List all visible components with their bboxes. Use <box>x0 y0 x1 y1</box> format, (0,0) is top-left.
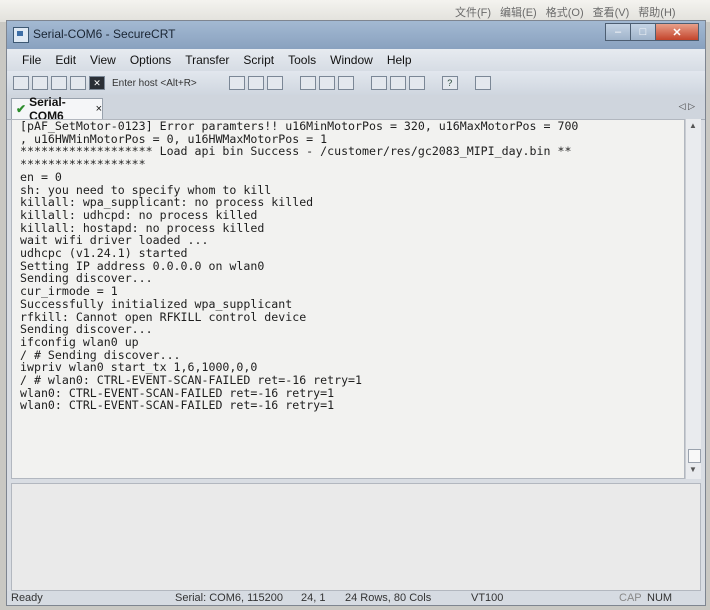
status-cap: CAP <box>619 592 642 604</box>
terminal-line: Successfully initialized wpa_supplicant <box>20 296 293 311</box>
toolbar: ✕ Enter host <Alt+R> ? <box>7 71 705 95</box>
tab-scroll-arrows-icon[interactable]: ◁ ▷ <box>679 101 695 112</box>
title-bar[interactable]: Serial-COM6 - SecureCRT – □ ✕ <box>7 21 705 49</box>
reconnect-icon[interactable] <box>70 76 86 90</box>
copy-icon[interactable] <box>228 76 245 90</box>
menu-tools[interactable]: Tools <box>281 53 323 67</box>
bg-menu-view: 查看(V) <box>592 7 630 19</box>
scroll-down-icon[interactable]: ▼ <box>689 465 697 474</box>
bg-menu-help: 帮助(H) <box>638 7 676 19</box>
background-window-top: 文件(F) 编辑(E) 格式(O) 查看(V) 帮助(H) <box>0 0 710 22</box>
terminal-line: udhcpc (v1.24.1) started <box>20 246 188 261</box>
find-icon[interactable] <box>266 76 283 90</box>
tab-bar: ✔ Serial-COM6 × ◁ ▷ <box>7 95 705 123</box>
window-controls: – □ ✕ <box>605 23 699 43</box>
print-icon[interactable] <box>299 76 316 90</box>
terminal-line: cur_irmode = 1 <box>20 284 118 299</box>
status-cursor: 24, 1 <box>301 592 326 604</box>
minimize-button[interactable]: – <box>605 23 631 41</box>
connect-in-tab-icon[interactable] <box>51 76 67 90</box>
help-icon[interactable]: ? <box>441 76 458 90</box>
paste-icon[interactable] <box>247 76 264 90</box>
terminal-scrollbar[interactable]: ▲ ▼ <box>685 119 701 479</box>
menu-bar: File Edit View Options Transfer Script T… <box>7 49 705 71</box>
status-num: NUM <box>647 592 673 604</box>
app-icon <box>13 27 29 43</box>
quick-connect-icon[interactable] <box>32 76 48 90</box>
menu-file[interactable]: File <box>15 53 48 67</box>
status-serial: Serial: COM6, 115200 <box>175 592 284 604</box>
maximize-button[interactable]: □ <box>630 23 656 41</box>
print-setup-icon[interactable] <box>318 76 335 90</box>
menu-view[interactable]: View <box>83 53 123 67</box>
keymap-editor-icon[interactable] <box>474 76 491 90</box>
status-bar: Ready Serial: COM6, 115200 24, 1 24 Rows… <box>7 591 705 605</box>
scroll-up-icon[interactable]: ▲ <box>689 121 697 130</box>
disconnect-icon[interactable]: ✕ <box>89 76 105 90</box>
terminal-text: [pAF_SetMotor-0123] Error paramters!! u1… <box>20 120 578 412</box>
close-button[interactable]: ✕ <box>655 23 699 41</box>
terminal-line: / # wlan0: CTRL-EVENT-SCAN-FAILED ret=-1… <box>20 373 363 388</box>
terminal-output[interactable]: [pAF_SetMotor-0123] Error paramters!! u1… <box>11 119 685 479</box>
menu-script[interactable]: Script <box>236 53 281 67</box>
key-map-icon[interactable] <box>408 76 425 90</box>
terminal-line: killall: udhcpd: no process killed <box>20 207 258 222</box>
session-options-icon[interactable] <box>370 76 387 90</box>
background-menu: 文件(F) 编辑(E) 格式(O) 查看(V) 帮助(H) <box>455 4 685 20</box>
connected-check-icon: ✔ <box>16 102 27 116</box>
terminal-line: [pAF_SetMotor-0123] Error paramters!! u1… <box>20 119 579 133</box>
menu-window[interactable]: Window <box>323 53 380 67</box>
scroll-thumb[interactable] <box>688 449 701 463</box>
menu-edit[interactable]: Edit <box>48 53 83 67</box>
print-selection-icon[interactable] <box>337 76 354 90</box>
securecrt-window: Serial-COM6 - SecureCRT – □ ✕ File Edit … <box>6 20 706 606</box>
tab-close-icon[interactable]: × <box>96 103 102 115</box>
status-ready: Ready <box>11 592 43 604</box>
bg-menu-edit: 编辑(E) <box>500 7 537 19</box>
command-window[interactable] <box>11 483 701 591</box>
menu-help[interactable]: Help <box>380 53 419 67</box>
status-size: 24 Rows, 80 Cols <box>345 592 432 604</box>
terminal-line: ****************** <box>20 157 146 172</box>
host-input[interactable]: Enter host <Alt+R> <box>112 78 197 89</box>
terminal-line: en = 0 <box>20 169 62 184</box>
bg-menu-file: 文件(F) <box>455 7 492 19</box>
terminal-line: wlan0: CTRL-EVENT-SCAN-FAILED ret=-16 re… <box>20 398 335 413</box>
menu-options[interactable]: Options <box>123 53 178 67</box>
bg-menu-format: 格式(O) <box>545 7 584 19</box>
menu-transfer[interactable]: Transfer <box>178 53 236 67</box>
connect-icon[interactable] <box>13 76 29 90</box>
status-emulation: VT100 <box>471 592 504 604</box>
global-options-icon[interactable] <box>389 76 406 90</box>
window-title: Serial-COM6 - SecureCRT <box>33 27 176 41</box>
tab-serial-com6[interactable]: ✔ Serial-COM6 × <box>11 95 103 123</box>
terminal-line: ifconfig wlan0 up <box>20 334 139 349</box>
